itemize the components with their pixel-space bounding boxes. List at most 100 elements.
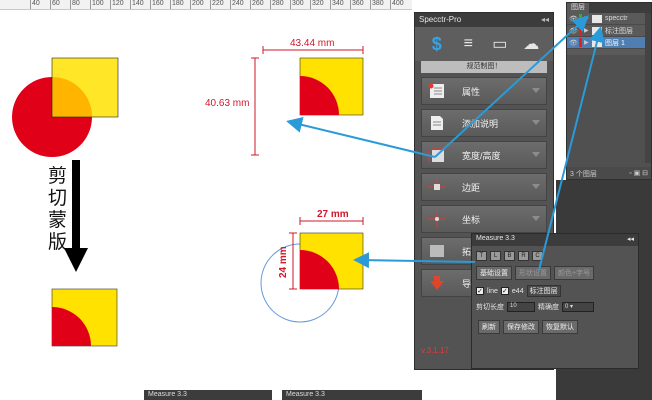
chevron-down-icon [532,184,540,189]
panel-title: Measure 3.3 [286,391,325,398]
measure-panel: Measure 3.3 ◂◂ T L B R C 基础设置 形状设置 颜色+字号… [471,233,639,369]
cut-length-input[interactable]: 10 [507,302,535,312]
layer-name: 图层 1 [605,39,625,47]
ruler-tick: 220 [210,0,224,9]
slogan-banner: 规范制图！ [421,61,547,73]
line-checkbox[interactable]: ✓ [476,287,484,295]
action-buttons: 刷新 保存修改 恢复默认 [472,320,638,334]
layer-color-swatch [579,14,582,23]
layer-name: specctr [605,15,628,22]
dimension-width-bottom: 27 mm [317,209,349,220]
collapse-icon[interactable]: ◂◂ [541,15,549,25]
specctr-toolbar: $ ≡ ▭ ☁ [415,27,553,61]
measure-minipanel-1[interactable]: Measure 3.3 [144,390,272,400]
cut-length-label: 剪切长度 [476,304,504,311]
ruler-tick: 180 [170,0,184,9]
expand-triangle-icon[interactable]: ▶ [584,39,592,46]
eye-icon[interactable]: 👁 [569,27,579,35]
measure-titlebar[interactable]: Measure 3.3 ◂◂ [472,234,638,246]
coordinates-icon [426,209,448,229]
precision-select[interactable]: 0 ▾ [562,302,594,312]
ruler-tick: 340 [330,0,344,9]
ruler-tick: 280 [270,0,284,9]
measure-minipanel-2[interactable]: Measure 3.3 [282,390,422,400]
add-note-button[interactable]: 添加说明 [421,109,547,137]
layer-actions-icon[interactable]: ▫ ▣ ⊟ [629,169,648,177]
eye-icon[interactable]: 👁 [569,15,579,23]
chevron-down-icon [532,216,540,221]
tab-shape-settings[interactable]: 形状设置 [515,266,551,280]
spacing-icon [426,177,448,197]
expand-triangle-icon[interactable]: ▶ [584,15,592,22]
dimension-height-bottom: 24 mm [278,246,289,278]
coordinates-button[interactable]: 坐标 [421,205,547,233]
folder-icon [592,26,602,35]
size-checkbox[interactable]: ✓ [500,287,509,295]
layer-count: 3 个图层 [570,171,597,178]
properties-button[interactable]: 属性 [421,77,547,105]
ruler-tick: 200 [190,0,204,9]
ruler-tick: 320 [310,0,324,9]
ruler-tick: 260 [250,0,264,9]
position-keys: T L B R C [472,251,638,261]
button-label: 宽度/高度 [462,150,501,161]
key-center-button[interactable]: C [532,251,543,261]
button-label: 属性 [462,86,481,97]
tab-color-font[interactable]: 颜色+字号 [554,266,595,280]
text-lines-icon[interactable]: ≡ [457,34,479,54]
layer-row-annotation[interactable]: 👁 ▶ 标注图层 [567,25,651,37]
devices-icon[interactable]: ▭ [489,34,511,54]
specctr-titlebar[interactable]: Specctr-Pro ◂◂ [415,13,553,27]
down-arrow-head [64,248,88,272]
layers-tab[interactable]: 图层 [567,3,589,13]
dimension-height-top: 40.63 mm [205,98,249,109]
key-left-button[interactable]: L [490,251,501,261]
panel-title: Specctr-Pro [419,15,462,24]
panel-title: Measure 3.3 [148,391,187,398]
layers-scrollbar[interactable] [645,13,651,163]
refresh-button[interactable]: 刷新 [478,320,500,334]
ruler-tick: 240 [230,0,244,9]
save-button[interactable]: 保存修改 [503,320,539,334]
line-options: ✓ line ✓ e44 标注图层 [472,285,638,297]
button-label: 坐标 [462,214,481,225]
panel-title: Measure 3.3 [476,235,515,242]
folder-icon [592,38,602,47]
caption-char-2: 切 [48,187,67,209]
folder-icon [592,14,602,23]
layer-name: 标注图层 [605,27,633,35]
chevron-down-icon [532,120,540,125]
width-height-icon [426,145,448,165]
layer-row-layer1[interactable]: 👁 ▶ 图层 1 [567,37,651,49]
collapse-icon[interactable]: ◂◂ [627,235,634,245]
ruler-tick: 360 [350,0,364,9]
cut-precision-row: 剪切长度 10 精确度 0 ▾ [472,302,638,312]
specctr-logo-icon[interactable]: $ [426,34,448,54]
cloud-check-icon[interactable]: ☁ [520,34,542,54]
caption-char-1: 剪 [48,165,67,187]
restore-default-button[interactable]: 恢复默认 [542,320,578,334]
ruler-tick: 300 [290,0,304,9]
dimension-width-top: 43.44 mm [290,38,334,49]
eye-icon[interactable]: 👁 [569,39,579,47]
layer-row-specctr[interactable]: 👁 ▶ specctr [567,13,651,25]
layers-empty-area [567,55,651,167]
line-label: line [487,287,498,295]
ruler-tick: 120 [110,0,124,9]
key-right-button[interactable]: R [518,251,529,261]
ruler-tick: 60 [50,0,60,9]
tab-basic-settings[interactable]: 基础设置 [476,266,512,280]
layer-name-field[interactable]: 标注图层 [526,285,561,297]
list-icon [426,81,448,101]
key-top-button[interactable]: T [476,251,487,261]
size-label: e44 [511,287,524,295]
note-icon [426,113,448,133]
caption-char-3: 蒙 [48,209,67,231]
layers-footer: 3 个图层 ▫ ▣ ⊟ [567,167,651,179]
settings-tabs: 基础设置 形状设置 颜色+字号 [472,266,638,280]
width-height-button[interactable]: 宽度/高度 [421,141,547,169]
down-arrow-shaft [72,160,80,250]
expand-triangle-icon[interactable]: ▶ [584,27,592,34]
key-bottom-button[interactable]: B [504,251,515,261]
spacing-button[interactable]: 边距 [421,173,547,201]
